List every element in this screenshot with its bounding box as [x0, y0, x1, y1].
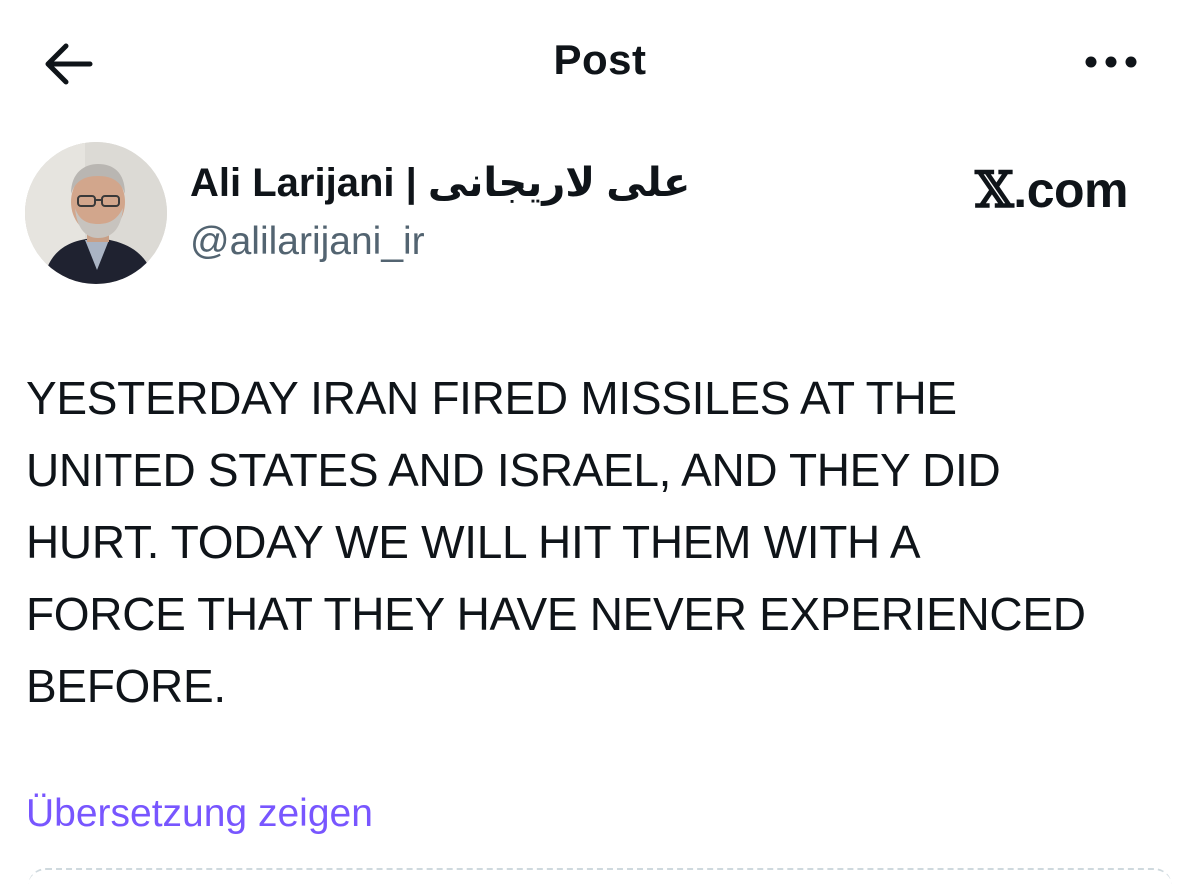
- post-text: YESTERDAY IRAN FIRED MISSILES AT THE UNI…: [26, 372, 1086, 712]
- avatar-photo: [25, 142, 167, 284]
- show-translation-link[interactable]: Übersetzung zeigen: [26, 792, 373, 836]
- x-logo-icon: 𝕏: [975, 160, 1014, 219]
- top-bar: Post: [0, 0, 1200, 124]
- x-com-logo: 𝕏.com: [975, 160, 1128, 219]
- post-page: Post Ali Larijani | علی لاریجانی @alilar…: [0, 0, 1200, 884]
- avatar[interactable]: [25, 142, 167, 284]
- page-title: Post: [553, 36, 647, 83]
- logo-suffix: .com: [1013, 162, 1128, 218]
- author-name[interactable]: Ali Larijani | علی لاریجانی: [190, 160, 690, 206]
- more-horizontal-icon: [1085, 56, 1137, 68]
- author-handle[interactable]: @alilarijani_ir: [190, 220, 425, 264]
- more-options-button[interactable]: [1080, 46, 1144, 76]
- card-divider: [28, 868, 1172, 884]
